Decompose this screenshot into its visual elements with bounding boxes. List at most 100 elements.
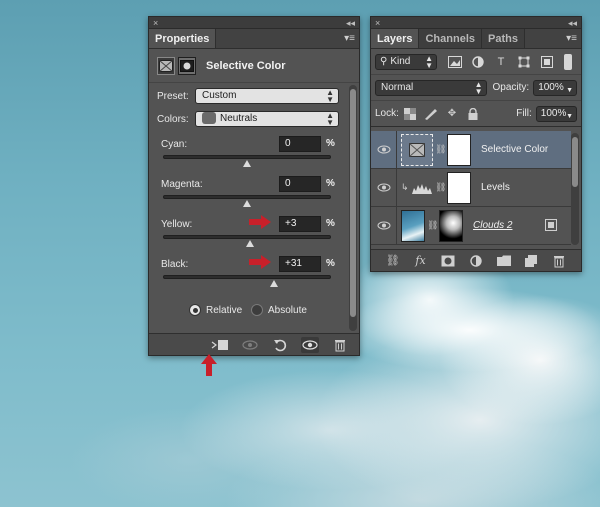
- filter-kind-select[interactable]: ⚲ Kind ▲ ▼: [375, 53, 437, 70]
- properties-body: Preset: Custom ▲ ▼ Colors: Neutrals ▲ ▼ Cy…: [149, 84, 349, 344]
- adjustment-layer-icon[interactable]: [467, 253, 485, 269]
- colors-label: Colors:: [157, 114, 189, 125]
- add-mask-icon[interactable]: [439, 253, 457, 269]
- color-swatch-icon: [202, 112, 216, 125]
- layers-tabbar: Layers Channels Paths ▾≡: [371, 29, 581, 49]
- magenta-slider-thumb[interactable]: [243, 200, 251, 207]
- filter-kind-value: Kind: [390, 55, 411, 67]
- layer-name: Clouds 2: [473, 220, 513, 231]
- visibility-eye-icon[interactable]: [371, 207, 397, 244]
- layer-mask-thumbnail[interactable]: [447, 133, 471, 166]
- clouds-image-thumbnail[interactable]: [401, 209, 425, 242]
- link-layers-icon[interactable]: ⛓: [384, 253, 402, 269]
- layer-mask-thumbnail[interactable]: [447, 171, 471, 204]
- yellow-slider-thumb[interactable]: [246, 240, 255, 247]
- layers-footer: ⛓ fx: [371, 249, 581, 271]
- reset-icon[interactable]: [271, 337, 289, 353]
- layer-row-levels[interactable]: ↳ ⛓ Levels: [371, 169, 571, 207]
- folder-icon[interactable]: [495, 253, 513, 269]
- visibility-eye-icon[interactable]: [371, 131, 397, 168]
- cyan-unit: %: [326, 138, 335, 149]
- tab-channels[interactable]: Channels: [419, 29, 482, 48]
- smart-object-filter-icon[interactable]: [539, 54, 555, 70]
- opacity-input[interactable]: 100% ▼: [533, 79, 577, 98]
- dropdown-arrows-icon: ▲ ▼: [326, 88, 334, 104]
- blend-options-bar: Normal ▲ ▼ Opacity: 100% ▼: [371, 75, 581, 101]
- dropdown-arrows-icon: ▲ ▼: [326, 111, 334, 127]
- layer-style-icon[interactable]: fx: [412, 253, 430, 269]
- layer-row-clouds-2[interactable]: ⛓ Clouds 2: [371, 207, 571, 245]
- layer-mask-icon[interactable]: [178, 56, 196, 75]
- scrollbar-thumb[interactable]: [572, 137, 578, 187]
- type-layer-filter-icon[interactable]: T: [493, 54, 509, 70]
- panel-menu-icon[interactable]: ▾≡: [566, 33, 577, 45]
- trash-icon[interactable]: [550, 253, 568, 269]
- close-icon[interactable]: ×: [153, 17, 158, 29]
- fill-input[interactable]: 100% ▼: [535, 105, 577, 124]
- shape-layer-filter-icon[interactable]: [516, 54, 532, 70]
- search-icon: ⚲: [380, 55, 388, 67]
- black-slider-thumb[interactable]: [269, 280, 278, 287]
- lock-transparent-pixels-icon[interactable]: [403, 106, 418, 122]
- layers-topbar: × ◂◂: [371, 17, 581, 29]
- selective-color-thumbnail-icon[interactable]: [401, 133, 433, 166]
- method-relative[interactable]: Relative: [189, 304, 242, 316]
- layer-mask-thumbnail[interactable]: [439, 209, 463, 242]
- annotation-arrow-icon: [249, 215, 271, 229]
- chevron-down-icon[interactable]: ▼: [566, 110, 573, 124]
- tab-layers[interactable]: Layers: [371, 29, 420, 48]
- annotation-arrow-icon: [249, 255, 271, 269]
- collapse-icon[interactable]: ◂◂: [346, 17, 355, 29]
- layer-name: Levels: [481, 182, 510, 193]
- collapse-icon[interactable]: ◂◂: [568, 17, 577, 29]
- layers-scrollbar[interactable]: [571, 133, 579, 245]
- visibility-eye-icon[interactable]: [371, 169, 397, 206]
- magenta-slider-track[interactable]: [163, 195, 331, 199]
- lock-image-pixels-icon[interactable]: [424, 106, 439, 122]
- filter-toggle-switch[interactable]: [564, 53, 572, 70]
- tab-paths[interactable]: Paths: [482, 29, 525, 48]
- magenta-label: Magenta:: [161, 179, 203, 190]
- radio-relative[interactable]: [189, 304, 201, 316]
- layer-row-selective-color[interactable]: ⛓ Selective Color: [371, 131, 571, 169]
- lock-all-icon[interactable]: [465, 106, 480, 122]
- method-absolute[interactable]: Absolute: [251, 304, 307, 316]
- new-layer-icon[interactable]: [522, 253, 540, 269]
- tab-properties[interactable]: Properties: [149, 29, 217, 48]
- panel-menu-icon[interactable]: ▾≡: [344, 33, 355, 45]
- cyan-slider-track[interactable]: [163, 155, 331, 159]
- selective-color-adjustment-icon[interactable]: [157, 56, 175, 75]
- preset-select[interactable]: Custom ▲ ▼: [195, 88, 339, 104]
- yellow-input[interactable]: +3: [279, 216, 321, 232]
- properties-tabbar: Properties ▾≡: [149, 29, 359, 49]
- levels-thumbnail-icon[interactable]: [411, 178, 433, 198]
- trash-icon[interactable]: [331, 337, 349, 353]
- pixel-layer-filter-icon[interactable]: [447, 54, 463, 70]
- opacity-label: Opacity:: [492, 82, 530, 93]
- cyan-input[interactable]: 0: [279, 136, 321, 152]
- cyan-slider-thumb[interactable]: [243, 160, 251, 167]
- black-slider-track[interactable]: [163, 275, 331, 279]
- scrollbar-thumb[interactable]: [350, 89, 356, 317]
- close-icon[interactable]: ×: [375, 17, 380, 29]
- layer-name: Selective Color: [481, 144, 549, 155]
- view-previous-icon[interactable]: [241, 337, 259, 353]
- adjustment-layer-filter-icon[interactable]: [470, 54, 486, 70]
- yellow-slider-track[interactable]: [163, 235, 331, 239]
- black-input[interactable]: +31: [279, 256, 321, 272]
- chevron-down-icon[interactable]: ▼: [566, 84, 573, 98]
- properties-scrollbar[interactable]: [349, 85, 357, 331]
- radio-absolute[interactable]: [251, 304, 263, 316]
- blend-mode-select[interactable]: Normal ▲ ▼: [375, 79, 487, 96]
- colors-value: Neutrals: [220, 113, 258, 124]
- magenta-input[interactable]: 0: [279, 176, 321, 192]
- lock-position-icon[interactable]: ✥: [445, 106, 460, 122]
- link-icon[interactable]: ⛓: [427, 220, 438, 231]
- relative-label: Relative: [206, 304, 243, 316]
- link-icon[interactable]: ⛓: [435, 182, 446, 193]
- link-icon[interactable]: ⛓: [435, 144, 446, 155]
- absolute-label: Absolute: [268, 304, 307, 316]
- colors-select[interactable]: Neutrals ▲ ▼: [195, 111, 339, 127]
- visibility-icon[interactable]: [301, 336, 319, 353]
- clip-to-layer-icon[interactable]: [211, 337, 229, 353]
